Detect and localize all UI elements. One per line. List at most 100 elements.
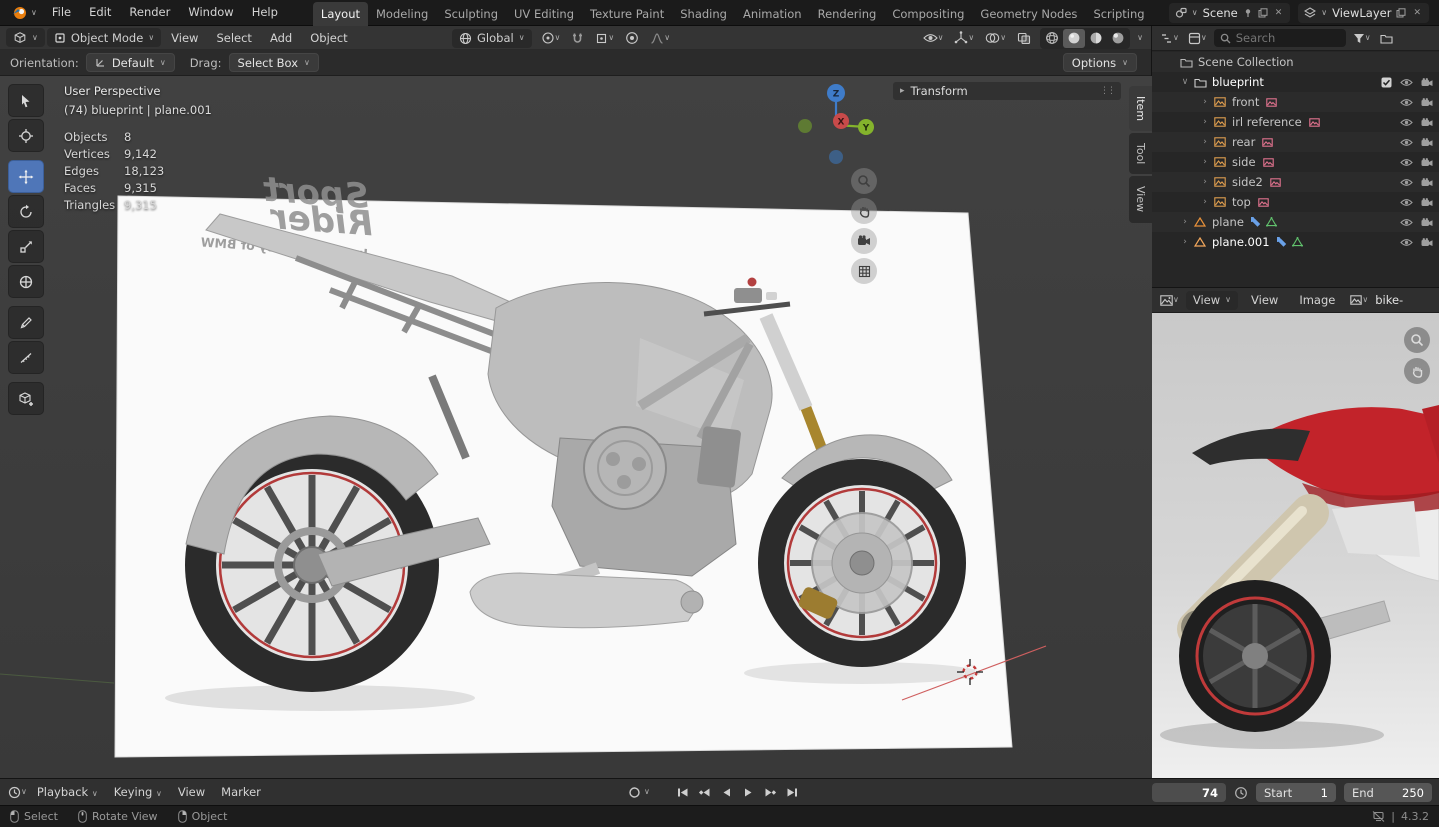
blender-menu-button[interactable]: ∨ xyxy=(6,5,43,20)
pivot-point-button[interactable]: ∨ xyxy=(539,29,563,48)
play-button[interactable] xyxy=(738,782,758,802)
workspace-tab-shading[interactable]: Shading xyxy=(672,2,735,26)
mode-selector[interactable]: Object Mode ∨ xyxy=(46,28,162,47)
outliner-row-scene-collection[interactable]: Scene Collection xyxy=(1152,52,1439,72)
image-editor-menu-image[interactable]: Image xyxy=(1291,293,1343,307)
hide-eye-icon[interactable] xyxy=(1400,158,1413,167)
start-frame-field[interactable]: Start 1 xyxy=(1256,783,1336,802)
scale-tool[interactable] xyxy=(8,230,44,263)
overlays-button[interactable]: ∨ xyxy=(983,29,1008,48)
camera-visibility-icon[interactable] xyxy=(1421,157,1433,167)
menu-file[interactable]: File xyxy=(43,0,80,25)
annotate-tool[interactable] xyxy=(8,306,44,339)
gizmos-button[interactable]: ∨ xyxy=(952,29,976,48)
pin-icon[interactable] xyxy=(1243,8,1253,18)
zoom-icon[interactable] xyxy=(1404,327,1430,353)
hide-eye-icon[interactable] xyxy=(1400,198,1413,207)
add-cube-tool[interactable] xyxy=(8,382,44,415)
camera-visibility-icon[interactable] xyxy=(1421,77,1433,87)
rotate-tool[interactable] xyxy=(8,195,44,228)
image-editor-canvas[interactable] xyxy=(1152,313,1439,778)
camera-visibility-icon[interactable] xyxy=(1421,197,1433,207)
timeline-menu-marker[interactable]: Marker xyxy=(213,785,269,799)
filter-icon[interactable]: ∨ xyxy=(1351,29,1373,48)
proportional-editing-button[interactable] xyxy=(623,29,641,48)
snap-toggle-button[interactable] xyxy=(569,29,586,48)
disclosure-arrow[interactable]: › xyxy=(1198,197,1212,207)
workspace-tab-rendering[interactable]: Rendering xyxy=(810,2,885,26)
outliner-row-front[interactable]: › front xyxy=(1152,92,1439,112)
image-editor-menu-view[interactable]: View xyxy=(1243,293,1286,307)
pan-hand-icon[interactable] xyxy=(1404,358,1430,384)
image-editor-icon[interactable]: ∨ xyxy=(1158,291,1181,310)
menu-edit[interactable]: Edit xyxy=(80,0,120,25)
disclosure-arrow[interactable]: › xyxy=(1198,97,1212,107)
measure-tool[interactable] xyxy=(8,341,44,374)
drag-dropdown[interactable]: Select Box ∨ xyxy=(228,53,319,72)
scene-selector[interactable]: ∨ Scene ✕ xyxy=(1168,2,1291,23)
zoom-icon[interactable] xyxy=(851,168,877,194)
viewport-menu-select[interactable]: Select xyxy=(208,31,259,45)
snap-target-button[interactable]: ∨ xyxy=(593,29,616,48)
hide-eye-icon[interactable] xyxy=(1400,78,1413,87)
shading-material-button[interactable] xyxy=(1085,29,1107,48)
new-scene-icon[interactable] xyxy=(1258,7,1268,18)
sidebar-tab-view[interactable]: View xyxy=(1129,176,1152,223)
auto-keying-toggle[interactable]: ∨ xyxy=(628,782,650,802)
jump-to-end-button[interactable] xyxy=(782,782,802,802)
workspace-tab-modeling[interactable]: Modeling xyxy=(368,2,436,26)
disclosure-arrow[interactable]: › xyxy=(1198,157,1212,167)
next-keyframe-button[interactable] xyxy=(760,782,780,802)
viewlayer-selector[interactable]: ∨ ViewLayer ✕ xyxy=(1298,2,1429,23)
camera-visibility-icon[interactable] xyxy=(1421,97,1433,107)
workspace-tab-layout[interactable]: Layout xyxy=(312,1,368,26)
new-collection-icon[interactable] xyxy=(1378,29,1395,48)
workspace-tab-animation[interactable]: Animation xyxy=(735,2,810,26)
outliner-row-irl-reference[interactable]: › irl reference xyxy=(1152,112,1439,132)
hide-eye-icon[interactable] xyxy=(1400,238,1413,247)
workspace-tab-geometry-nodes[interactable]: Geometry Nodes xyxy=(972,2,1085,26)
object-visibility-button[interactable]: ∨ xyxy=(921,29,946,48)
viewport-menu-add[interactable]: Add xyxy=(262,31,300,45)
viewport-menu-object[interactable]: Object xyxy=(302,31,355,45)
move-tool[interactable] xyxy=(8,160,44,193)
editor-type-selector[interactable]: ∨ xyxy=(6,28,45,47)
search-input[interactable] xyxy=(1235,31,1340,45)
shading-wireframe-button[interactable] xyxy=(1041,29,1063,48)
disclosure-arrow[interactable]: › xyxy=(1198,117,1212,127)
shading-rendered-button[interactable] xyxy=(1107,29,1129,48)
disclosure-arrow[interactable]: ∨ xyxy=(1178,77,1192,87)
timeline-menu-playback[interactable]: Playback ∨ xyxy=(29,785,106,799)
camera-visibility-icon[interactable] xyxy=(1421,217,1433,227)
orthographic-toggle-icon[interactable] xyxy=(851,258,877,284)
hide-eye-icon[interactable] xyxy=(1400,178,1413,187)
disclosure-arrow[interactable]: › xyxy=(1178,237,1192,247)
outliner-row-blueprint[interactable]: ∨ blueprint xyxy=(1152,72,1439,92)
camera-visibility-icon[interactable] xyxy=(1421,177,1433,187)
viewport-menu-view[interactable]: View xyxy=(163,31,206,45)
outliner-row-top[interactable]: › top xyxy=(1152,192,1439,212)
transform-panel-header[interactable]: ▸ Transform ⋮⋮ xyxy=(893,82,1121,100)
outliner-row-rear[interactable]: › rear xyxy=(1152,132,1439,152)
menu-window[interactable]: Window xyxy=(179,0,242,25)
timeline-menu-view[interactable]: View xyxy=(170,785,213,799)
outliner-editor-icon[interactable]: ∨ xyxy=(1158,29,1181,48)
proportional-falloff-button[interactable]: ∨ xyxy=(648,29,672,48)
outliner-search[interactable] xyxy=(1213,29,1346,47)
close-icon[interactable]: ✕ xyxy=(1411,8,1423,18)
workspace-tab-scripting[interactable]: Scripting xyxy=(1085,2,1152,26)
outliner-row-plane-001[interactable]: › plane.001 xyxy=(1152,232,1439,252)
disclosure-arrow[interactable]: › xyxy=(1198,137,1212,147)
chevron-down-icon[interactable]: ∨ xyxy=(1137,34,1143,42)
hide-eye-icon[interactable] xyxy=(1400,138,1413,147)
outliner-row-plane[interactable]: › plane xyxy=(1152,212,1439,232)
navigation-gizmo[interactable]: Z X Y xyxy=(780,76,900,176)
end-frame-field[interactable]: End 250 xyxy=(1344,783,1432,802)
previous-keyframe-button[interactable] xyxy=(694,782,714,802)
menu-render[interactable]: Render xyxy=(120,0,179,25)
disclosure-arrow[interactable]: › xyxy=(1178,217,1192,227)
workspace-tab-sculpting[interactable]: Sculpting xyxy=(436,2,506,26)
image-editor-mode[interactable]: View ∨ xyxy=(1185,290,1239,310)
checkbox-icon[interactable] xyxy=(1381,77,1392,88)
drag-dots-icon[interactable]: ⋮⋮ xyxy=(1100,86,1116,96)
